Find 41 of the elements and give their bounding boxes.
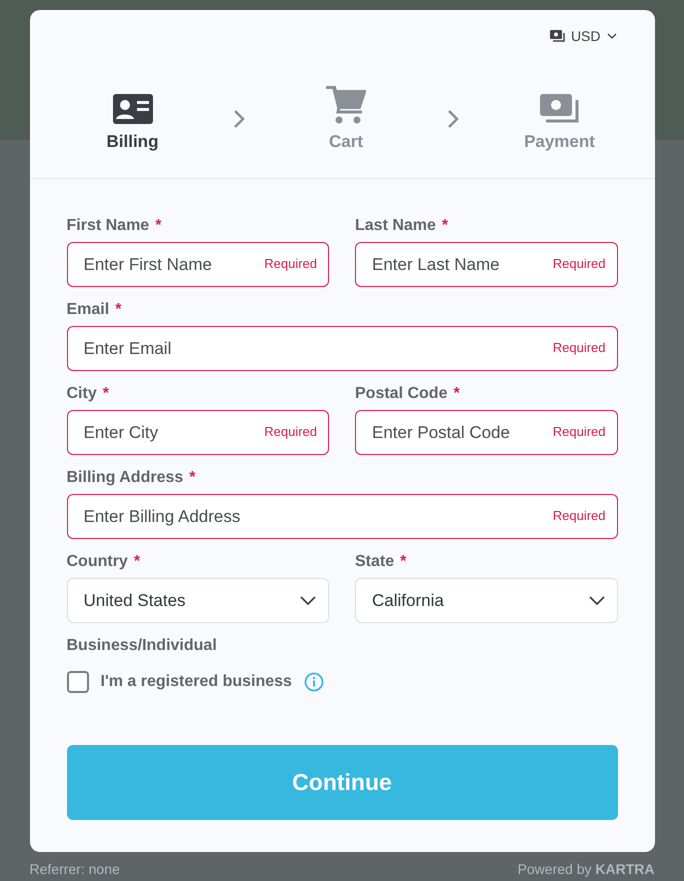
cash-icon [550, 30, 565, 42]
field-label: Last Name [355, 217, 436, 235]
field-label: State [355, 553, 394, 571]
required-asterisk: * [453, 385, 460, 403]
required-asterisk: * [189, 469, 196, 487]
section-label: Business/Individual [66, 637, 218, 655]
required-asterisk: * [155, 217, 162, 235]
select-field[interactable]: California [355, 578, 618, 623]
field-label: Country [66, 553, 128, 571]
required-asterisk: * [400, 553, 406, 571]
step-tab[interactable]: Billing [86, 86, 180, 152]
required-hint: Required [552, 508, 606, 523]
required-asterisk: * [115, 301, 122, 319]
required-hint: Required [552, 424, 606, 439]
required-hint: Required [552, 256, 606, 271]
checkbox-label: I'm a registered business [100, 673, 292, 691]
required-asterisk: * [134, 553, 140, 571]
powered-by-text: Powered by KARTRA [518, 861, 654, 877]
id-card-icon [112, 94, 152, 124]
chevron-down-icon [606, 33, 616, 39]
info-icon[interactable] [304, 672, 324, 692]
select-field[interactable]: United States [66, 578, 329, 623]
field-label: Email [66, 301, 110, 319]
checkbox[interactable] [66, 671, 88, 693]
cash-icon [540, 94, 580, 124]
field-label: Billing Address [66, 469, 184, 487]
chevron-down-icon [588, 596, 604, 605]
chevron-right-icon [233, 109, 246, 129]
cart-icon [326, 86, 366, 124]
field-label: First Name [66, 217, 150, 235]
required-hint: Required [264, 256, 317, 271]
chevron-right-icon [446, 109, 459, 129]
required-asterisk: * [442, 217, 448, 235]
referrer-text: Referrer: none [30, 861, 120, 877]
required-hint: Required [552, 340, 606, 355]
chevron-down-icon [300, 596, 316, 605]
required-hint: Required [264, 424, 317, 439]
field-label: Postal Code [355, 385, 448, 403]
required-asterisk: * [102, 385, 109, 403]
currency-dropdown[interactable]: USD [550, 28, 616, 44]
field-label: City [66, 385, 97, 403]
